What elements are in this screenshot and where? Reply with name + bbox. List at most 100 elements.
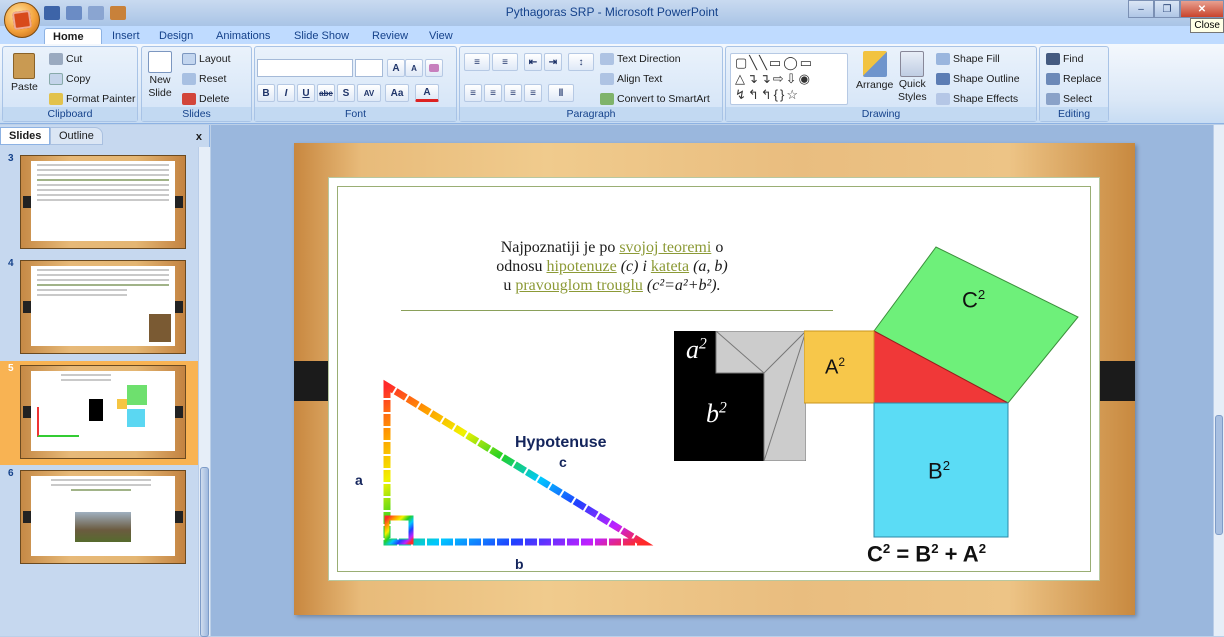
find-button[interactable]: Find [1046,53,1083,65]
link-hipotenuze[interactable]: hipotenuze [546,258,616,275]
window-controls: – ❐ ✕ [1128,0,1224,18]
tab-insert[interactable]: Insert [104,28,148,44]
canvas-scroll-thumb[interactable] [1215,415,1223,535]
grow-font-button[interactable]: A [387,59,405,77]
canvas-scrollbar[interactable] [1213,125,1224,636]
strikethrough-button[interactable]: abe [317,84,335,102]
slide-thumbnail-3[interactable]: 3 [0,151,198,255]
ribbon-tabs: Home Insert Design Animations Slide Show… [0,26,1224,44]
redo-icon[interactable] [88,6,104,20]
bold-button[interactable]: B [257,84,275,102]
tab-design[interactable]: Design [151,28,201,44]
arrange-button[interactable]: Arrange [856,51,893,91]
shadow-button[interactable]: S [337,84,355,102]
new-slide-icon [148,51,172,73]
slide-number: 5 [8,363,14,374]
title-bar: Pythagoras SRP - Microsoft PowerPoint – … [0,0,1224,33]
slide-preview [20,155,186,249]
convert-smartart-button[interactable]: Convert to SmartArt [600,93,710,105]
A2-label: A2 [825,355,846,379]
editing-group: Find Replace Select Editing [1039,46,1109,122]
a2-label: a2 [686,335,707,364]
link-teorem[interactable]: svojoj teoremi [619,239,711,256]
link-trouglu[interactable]: pravouglom trouglu [515,277,643,294]
shape-effects-button[interactable]: Shape Effects [936,93,1018,105]
layout-button[interactable]: Layout [182,53,231,65]
link-kateta[interactable]: kateta [651,258,689,275]
tab-home[interactable]: Home [44,28,102,44]
shape-outline-button[interactable]: Shape Outline [936,73,1020,85]
copy-button[interactable]: Copy [49,73,91,85]
quick-styles-button[interactable]: Quick Styles [898,51,927,103]
minimize-button[interactable]: – [1128,0,1154,18]
restore-button[interactable]: ❐ [1154,0,1180,18]
slides-group: New Slide Layout Reset Delete Slides [141,46,252,122]
slide-preview [20,260,186,354]
undo-icon[interactable] [66,6,82,20]
columns-button[interactable]: ‖ [548,84,574,102]
tab-review[interactable]: Review [364,28,416,44]
shapes-gallery[interactable]: ▢╲╲▭◯▭ △↴↴⇨⇩◉ ↯↰↰{}☆ [730,53,848,105]
align-right-button[interactable]: ≡ [504,84,522,102]
font-name-combo[interactable] [257,59,353,77]
clipboard-label: Clipboard [3,107,137,121]
slide-thumbnail-4[interactable]: 4 [0,256,198,360]
tab-view[interactable]: View [421,28,461,44]
slides-panel: Slides Outline x 3 4 5 6 [0,125,210,637]
close-button[interactable]: ✕ [1180,0,1224,18]
hypotenuse-label: Hypotenuse [515,434,607,451]
effects-icon [936,93,950,105]
slide-preview [20,470,186,564]
layout-icon [182,53,196,65]
binoculars-icon [1046,53,1060,65]
reset-button[interactable]: Reset [182,73,226,85]
save-icon[interactable] [44,6,60,20]
align-left-button[interactable]: ≡ [464,84,482,102]
slide-thumbnail-5[interactable]: 5 [0,361,198,465]
slide-text[interactable]: Najpoznatiji je po svojoj teoremi o odno… [429,238,795,295]
pythagoras-figure [804,246,1079,538]
bullets-button[interactable]: ≡ [464,53,490,71]
reset-icon [182,73,196,85]
office-logo-icon [11,9,33,31]
shrink-font-button[interactable]: A [405,59,423,77]
line-spacing-button[interactable]: ↕ [568,53,594,71]
align-center-button[interactable]: ≡ [484,84,502,102]
panel-close-button[interactable]: x [196,131,202,143]
tab-slideshow[interactable]: Slide Show [286,28,357,44]
clipboard-group: Paste Cut Copy Format Painter Clipboard [2,46,138,122]
panel-scrollbar[interactable] [198,147,210,637]
font-size-combo[interactable] [355,59,383,77]
underline-button[interactable]: U [297,84,315,102]
delete-button[interactable]: Delete [182,93,229,105]
format-painter-button[interactable]: Format Painter [49,93,135,105]
text-direction-button[interactable]: Text Direction [600,53,681,65]
panel-scroll-thumb[interactable] [200,467,209,637]
replace-button[interactable]: Replace [1046,73,1102,85]
tab-animations[interactable]: Animations [208,28,278,44]
decrease-indent-button[interactable]: ⇤ [524,53,542,71]
cut-button[interactable]: Cut [49,53,82,65]
select-button[interactable]: Select [1046,93,1092,105]
align-text-button[interactable]: Align Text [600,73,662,85]
change-case-button[interactable]: Aa [385,84,409,102]
shape-fill-button[interactable]: Shape Fill [936,53,1000,65]
slideshow-icon[interactable] [110,6,126,20]
tab-outline[interactable]: Outline [50,127,103,145]
justify-button[interactable]: ≡ [524,84,542,102]
char-spacing-button[interactable]: AV [357,84,381,102]
slide-number: 3 [8,153,14,164]
font-color-button[interactable]: A [415,84,439,102]
eraser-icon [429,64,439,72]
clear-format-button[interactable] [425,59,443,77]
numbering-button[interactable]: ≡ [492,53,518,71]
office-button[interactable] [4,2,40,38]
increase-indent-button[interactable]: ⇥ [544,53,562,71]
tab-slides[interactable]: Slides [0,127,51,145]
slide[interactable]: Najpoznatiji je po svojoj teoremi o odno… [294,143,1135,615]
slide-thumbnail-6[interactable]: 6 [0,466,198,570]
align-text-icon [600,73,614,85]
paste-button[interactable]: Paste [11,53,38,93]
new-slide-button[interactable]: New Slide [148,51,172,99]
italic-button[interactable]: I [277,84,295,102]
